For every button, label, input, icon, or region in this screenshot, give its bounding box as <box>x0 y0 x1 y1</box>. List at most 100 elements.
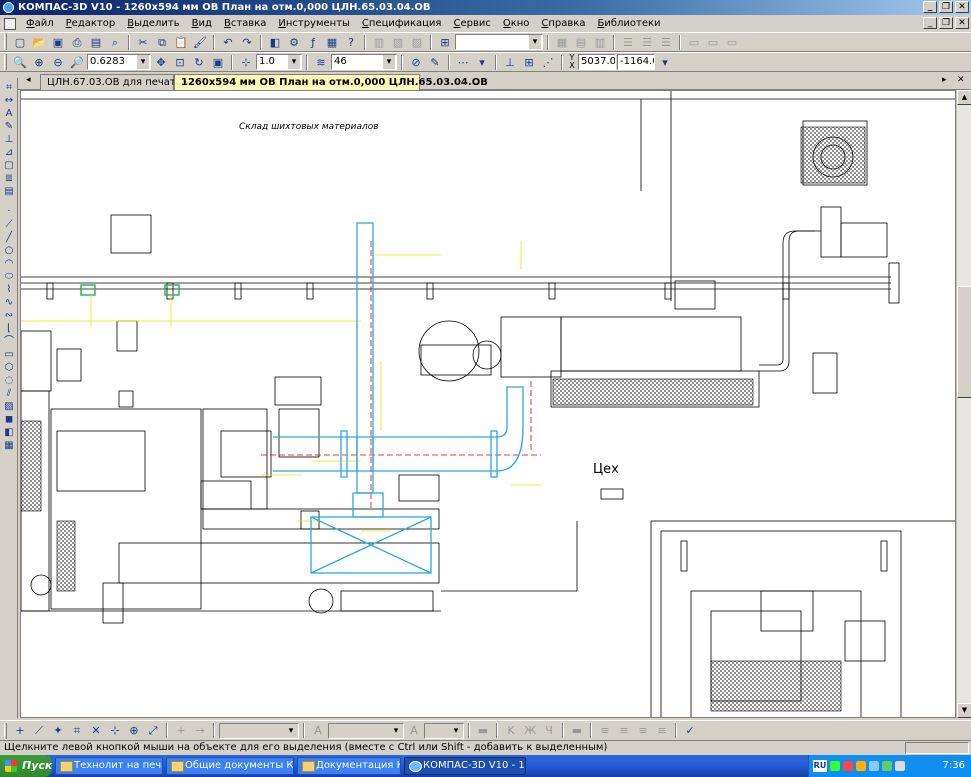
menu-service[interactable]: Сервис <box>447 16 496 31</box>
lasso-icon[interactable]: ✦ <box>49 722 67 739</box>
align-center-text-icon[interactable]: ≡ <box>615 722 633 739</box>
zoom-level-combo[interactable]: 0.6283 <box>87 54 151 70</box>
menu-insert[interactable]: Вставка <box>218 16 272 31</box>
document-menu-icon[interactable] <box>4 17 16 30</box>
task-tehnolit[interactable]: Технолит на печать ЦЛ... <box>55 757 163 775</box>
spline-tool-icon[interactable]: ∿ <box>2 297 16 309</box>
snap-center-icon[interactable]: ⊕ <box>125 722 143 739</box>
sheet-insert-icon[interactable]: ▭ <box>704 34 722 51</box>
macro-tool-icon[interactable]: ▦ <box>2 440 16 452</box>
align-right-text-icon[interactable]: ≡ <box>634 722 652 739</box>
inspect-icon[interactable]: ⤢ <box>144 722 162 739</box>
zoom-scale-icon[interactable]: 🔎 <box>68 54 86 71</box>
minimize-icon[interactable]: _ <box>923 1 937 13</box>
segment-tool-icon[interactable]: ╱ <box>2 232 16 244</box>
edit-tool-icon[interactable]: ✎ <box>2 121 16 133</box>
bold-icon[interactable]: Ж <box>521 722 539 739</box>
find-icon[interactable]: ⌕ <box>106 34 124 51</box>
scroll-thumb[interactable] <box>957 286 971 398</box>
fill-tool-icon[interactable]: ◼ <box>2 414 16 426</box>
doc-minimize-icon[interactable]: _ <box>923 17 937 29</box>
language-indicator[interactable]: RU <box>813 760 827 772</box>
rectangle-tool-icon[interactable]: ▭ <box>2 349 16 361</box>
add-icon[interactable]: + <box>172 722 190 739</box>
cursor-x-field[interactable]: 5037.01 <box>578 54 616 70</box>
aux-line-tool-icon[interactable]: ⟋ <box>2 219 16 231</box>
snap-settings-icon[interactable]: ✎ <box>426 54 444 71</box>
grid-style-icon[interactable]: ⊞ <box>436 34 454 51</box>
variables-icon[interactable]: ⚙ <box>285 34 303 51</box>
text-color-icon[interactable]: ▬ <box>568 722 586 739</box>
state-icon[interactable]: ▧ <box>389 34 407 51</box>
tray-antivirus-icon[interactable] <box>843 761 853 771</box>
task-kompas-active[interactable]: КОМПАС-3D V10 - 12... <box>404 757 526 775</box>
symbols-tool-icon[interactable]: A <box>2 108 16 120</box>
circle-tool-icon[interactable]: ○ <box>2 245 16 257</box>
refresh-icon[interactable]: ↻ <box>190 54 208 71</box>
properties-icon[interactable]: ▨ <box>408 34 426 51</box>
move-icon[interactable]: → <box>191 722 209 739</box>
tray-update-icon[interactable] <box>882 761 892 771</box>
tab-print-document[interactable]: ЦЛН.67.03.ОВ для печати <box>40 74 182 90</box>
sheet-icon[interactable]: ▭ <box>685 34 703 51</box>
menu-specification[interactable]: Спецификация <box>356 16 448 31</box>
nurbs-tool-icon[interactable]: ∾ <box>2 310 16 322</box>
select-all-icon[interactable]: ⊹ <box>106 722 124 739</box>
manager-icon[interactable]: ◧ <box>266 34 284 51</box>
scroll-up-icon[interactable]: ▲ <box>957 90 971 105</box>
tray-app-icon[interactable] <box>830 761 840 771</box>
zoom-in-icon[interactable]: ⊕ <box>30 54 48 71</box>
doc-close-icon[interactable]: ✕ <box>955 17 969 29</box>
equidistant-tool-icon[interactable]: ⫽ <box>2 388 16 400</box>
cursor-y-field[interactable]: -1164.0 <box>617 54 655 70</box>
coord-dropdown-icon[interactable]: ▾ <box>656 54 674 71</box>
align-left-text-icon[interactable]: ≡ <box>596 722 614 739</box>
italic-icon[interactable]: K <box>502 722 520 739</box>
layer-icon[interactable]: ▥ <box>370 34 388 51</box>
contour-tool-icon[interactable]: ◌ <box>2 375 16 387</box>
menu-editor[interactable]: Редактор <box>60 16 122 31</box>
layer-combo[interactable] <box>219 722 299 739</box>
color-icon[interactable]: ▬ <box>474 722 492 739</box>
redraw-icon[interactable]: ▣ <box>209 54 227 71</box>
chamfer-tool-icon[interactable]: ⌊ <box>2 323 16 335</box>
underline-icon[interactable]: Ч <box>540 722 558 739</box>
menu-view[interactable]: Вид <box>186 16 218 31</box>
toolbar-grip[interactable] <box>4 722 7 739</box>
add-point-icon[interactable]: + <box>11 722 29 739</box>
menu-window[interactable]: Окно <box>497 16 536 31</box>
toolbar-grip[interactable] <box>4 34 7 50</box>
align-center-icon[interactable]: ☰ <box>638 34 656 51</box>
print-preview-icon[interactable]: ▤ <box>87 34 105 51</box>
polygon-tool-icon[interactable]: ⬡ <box>2 362 16 374</box>
cut-icon[interactable]: ✂ <box>134 34 152 51</box>
ellipse-tool-icon[interactable]: ⬭ <box>2 271 16 283</box>
grid-settings-icon[interactable]: ▾ <box>473 54 491 71</box>
zoom-out-icon[interactable]: ⊖ <box>49 54 67 71</box>
parametrize-tool-icon[interactable]: ⊥ <box>2 134 16 146</box>
library-manager-icon[interactable]: ▦ <box>323 34 341 51</box>
drawing-canvas[interactable]: Склад шихтовых материалов Цех <box>20 90 956 718</box>
arc-tool-icon[interactable]: ◠ <box>2 258 16 270</box>
fillet-tool-icon[interactable]: ⌒ <box>2 336 16 348</box>
select-cross-icon[interactable]: ✕ <box>87 722 105 739</box>
justify-text-icon[interactable]: ≡ <box>653 722 671 739</box>
angle-step-combo[interactable]: 46 <box>331 54 397 70</box>
start-button[interactable]: Пуск <box>0 755 52 777</box>
kompas-app-icon[interactable] <box>3 2 14 13</box>
align-left-icon[interactable]: ☰ <box>619 34 637 51</box>
restore-icon[interactable]: ❐ <box>939 1 953 13</box>
redo-icon[interactable]: ↷ <box>238 34 256 51</box>
vertical-scrollbar[interactable]: ▲ ▼ <box>956 90 971 718</box>
tab-scroll-right-icon[interactable]: ▸ <box>942 75 947 85</box>
sheet-delete-icon[interactable]: ▭ <box>723 34 741 51</box>
undo-icon[interactable]: ↶ <box>219 34 237 51</box>
new-document-icon[interactable]: ▢ <box>11 34 29 51</box>
task-common-docs[interactable]: Общие документы Ком... <box>166 757 294 775</box>
dimensions-tool-icon[interactable]: ↔ <box>2 95 16 107</box>
task-kompas-docs[interactable]: Документация КОМПА... <box>297 757 401 775</box>
print-icon[interactable]: ⎙ <box>68 34 86 51</box>
collect-contour-icon[interactable]: ◧ <box>2 427 16 439</box>
font-combo[interactable] <box>328 722 404 739</box>
layers-icon[interactable]: ≋ <box>312 54 330 71</box>
